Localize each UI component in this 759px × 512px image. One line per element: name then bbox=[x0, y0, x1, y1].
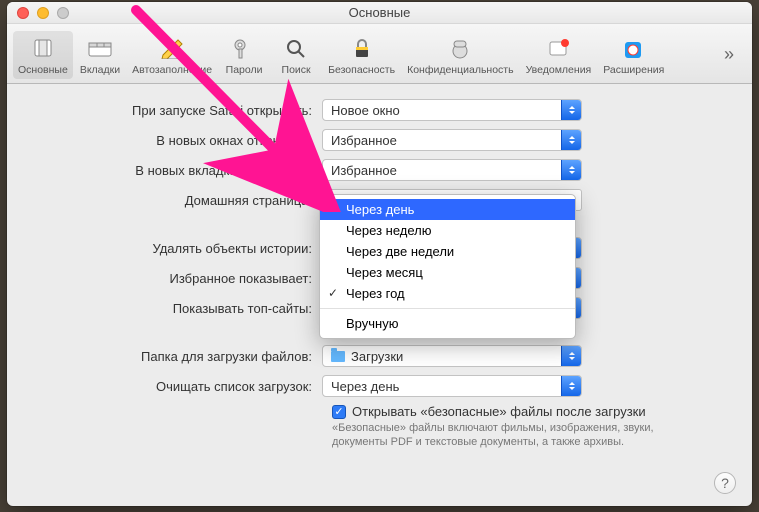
download-folder-select[interactable]: Загрузки bbox=[322, 345, 582, 367]
menu-item[interactable]: Через неделю bbox=[320, 220, 575, 241]
tab-general[interactable]: Основные bbox=[13, 31, 73, 79]
favorites-shows-label: Избранное показывает: bbox=[27, 271, 322, 286]
help-button[interactable]: ? bbox=[714, 472, 736, 494]
tab-label: Конфиденциальность bbox=[407, 64, 514, 76]
launch-label: При запуске Safari открывать: bbox=[27, 103, 322, 118]
open-safe-files-description: «Безопасные» файлы включают фильмы, изоб… bbox=[332, 421, 662, 450]
menu-item[interactable]: Вручную bbox=[320, 313, 575, 334]
menu-item[interactable]: Через день bbox=[320, 199, 575, 220]
chevron-updown-icon bbox=[561, 376, 581, 396]
toolbar-overflow[interactable]: » bbox=[718, 44, 746, 79]
clear-downloads-select[interactable]: Через день bbox=[322, 375, 582, 397]
new-tabs-select[interactable]: Избранное bbox=[322, 159, 582, 181]
extensions-icon bbox=[618, 34, 650, 62]
notification-icon bbox=[542, 34, 574, 62]
tab-security[interactable]: Безопасность bbox=[323, 31, 400, 79]
tab-label: Поиск bbox=[282, 64, 311, 76]
homepage-label: Домашняя страница: bbox=[27, 193, 322, 208]
tab-notifications[interactable]: Уведомления bbox=[521, 31, 597, 79]
tab-label: Безопасность bbox=[328, 64, 395, 76]
privacy-icon bbox=[444, 34, 476, 62]
remove-history-menu: Через день Через неделю Через две недели… bbox=[319, 194, 576, 339]
general-icon bbox=[27, 34, 59, 62]
titlebar: Основные bbox=[7, 2, 752, 24]
topsites-label: Показывать топ-сайты: bbox=[27, 301, 322, 316]
select-value: Новое окно bbox=[331, 103, 400, 118]
select-value: Избранное bbox=[331, 133, 397, 148]
new-tabs-label: В новых вкладках открывать: bbox=[27, 163, 322, 178]
download-folder-label: Папка для загрузки файлов: bbox=[27, 349, 322, 364]
menu-item[interactable]: Через две недели bbox=[320, 241, 575, 262]
search-icon bbox=[280, 34, 312, 62]
tab-passwords[interactable]: Пароли bbox=[219, 31, 269, 79]
tabs-icon bbox=[84, 34, 116, 62]
key-icon bbox=[228, 34, 260, 62]
chevron-updown-icon bbox=[561, 160, 581, 180]
tab-extensions[interactable]: Расширения bbox=[598, 31, 669, 79]
menu-item[interactable]: Через месяц bbox=[320, 262, 575, 283]
menu-separator bbox=[320, 308, 575, 309]
select-value: Загрузки bbox=[331, 349, 403, 364]
tab-label: Уведомления bbox=[526, 64, 592, 76]
chevron-updown-icon bbox=[561, 346, 581, 366]
select-value: Избранное bbox=[331, 163, 397, 178]
tab-privacy[interactable]: Конфиденциальность bbox=[402, 31, 519, 79]
lock-icon bbox=[346, 34, 378, 62]
new-windows-label: В новых окнах открывать: bbox=[27, 133, 322, 148]
tab-label: Вкладки bbox=[80, 64, 120, 76]
tab-tabs[interactable]: Вкладки bbox=[75, 31, 125, 79]
tab-autofill[interactable]: Автозаполнение bbox=[127, 31, 217, 79]
window-title: Основные bbox=[7, 5, 752, 20]
chevron-updown-icon bbox=[561, 130, 581, 150]
chevron-updown-icon bbox=[561, 100, 581, 120]
clear-downloads-label: Очищать список загрузок: bbox=[27, 379, 322, 394]
preferences-window: Основные Основные Вкладки Автозаполнение… bbox=[7, 2, 752, 506]
tab-label: Основные bbox=[18, 64, 68, 76]
launch-select[interactable]: Новое окно bbox=[322, 99, 582, 121]
menu-item[interactable]: Через год bbox=[320, 283, 575, 304]
pencil-icon bbox=[156, 34, 188, 62]
open-safe-files-checkbox[interactable] bbox=[332, 405, 346, 419]
open-safe-files-label: Открывать «безопасные» файлы после загру… bbox=[352, 404, 646, 419]
tab-search[interactable]: Поиск bbox=[271, 31, 321, 79]
tab-label: Автозаполнение bbox=[132, 64, 212, 76]
remove-history-label: Удалять объекты истории: bbox=[27, 241, 322, 256]
new-windows-select[interactable]: Избранное bbox=[322, 129, 582, 151]
tab-label: Пароли bbox=[226, 64, 263, 76]
preferences-toolbar: Основные Вкладки Автозаполнение Пароли П… bbox=[7, 24, 752, 84]
select-value: Через день bbox=[331, 379, 399, 394]
folder-icon bbox=[331, 351, 345, 362]
tab-label: Расширения bbox=[603, 64, 664, 76]
